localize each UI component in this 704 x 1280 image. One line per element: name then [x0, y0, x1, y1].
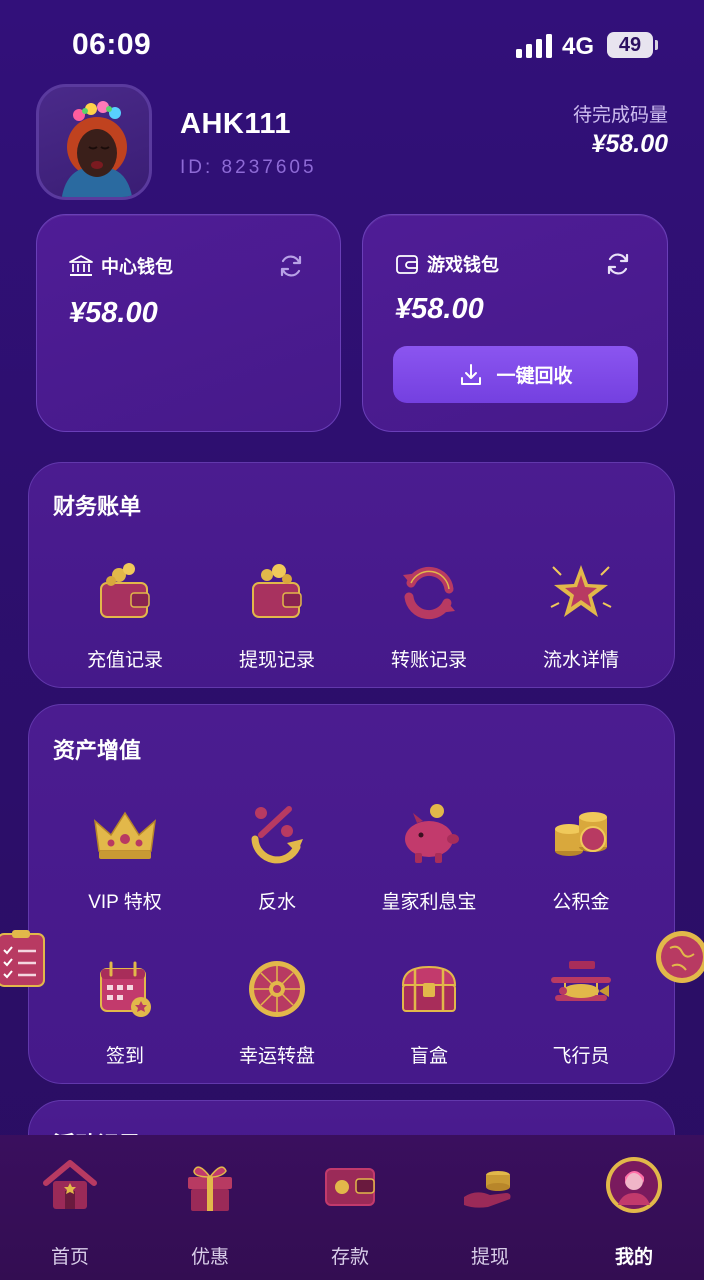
nav-item-withdraw[interactable]: 提现	[420, 1135, 560, 1280]
grid-label: 充值记录	[86, 650, 163, 671]
calendar-icon	[100, 961, 151, 1017]
game-wallet-label: 游戏钱包	[427, 255, 499, 275]
nav-label: 首页	[50, 1247, 89, 1268]
avatar[interactable]	[36, 84, 152, 200]
center-wallet-card: 中心钱包 ¥58.00	[36, 214, 341, 432]
piggy-bank-icon	[405, 804, 459, 863]
battery-icon: 49	[607, 32, 658, 58]
nav-item-promotions[interactable]: 优惠	[140, 1135, 280, 1280]
asset-growth-section: 资产增值 VIP 特权 反水 皇家利息宝 公积金 签到 幸运转盘 盲盒 飞行员	[28, 704, 675, 1084]
recharge-record-item[interactable]: 充值记录	[49, 557, 201, 672]
coin-stack-icon	[555, 812, 607, 856]
recover-button-label: 一键回收	[496, 366, 573, 387]
star-burst-icon	[550, 565, 612, 617]
center-wallet-amount: ¥58.00	[69, 297, 158, 329]
status-time: 06:09	[72, 28, 152, 61]
lucky-wheel-item[interactable]: 幸运转盘	[201, 953, 353, 1068]
crown-icon	[93, 811, 157, 859]
wallet-icon	[396, 255, 418, 274]
globe-icon[interactable]	[652, 926, 704, 988]
refresh-icon[interactable]	[278, 253, 304, 279]
grid-label: 签到	[105, 1046, 144, 1067]
pending-wager-amount: ¥58.00	[591, 130, 668, 158]
bottom-navigation: 首页 优惠 存款 提现 我的	[0, 1135, 704, 1280]
pilot-item[interactable]: 飞行员	[505, 953, 657, 1068]
nav-item-deposit[interactable]: 存款	[280, 1135, 420, 1280]
center-wallet-label: 中心钱包	[101, 257, 173, 277]
grid-label: 转账记录	[390, 650, 467, 671]
gift-icon	[188, 1166, 232, 1211]
asset-section-title: 资产增值	[53, 738, 142, 763]
game-wallet-card: 游戏钱包 ¥58.00 一键回收	[362, 214, 668, 432]
grid-label: VIP 特权	[88, 892, 162, 913]
vip-privilege-item[interactable]: VIP 特权	[49, 799, 201, 914]
biplane-icon	[551, 961, 611, 1001]
wallet-withdraw-icon	[252, 564, 302, 618]
nav-item-mine[interactable]: 我的	[564, 1135, 704, 1280]
pending-wager-label: 待完成码量	[572, 105, 668, 126]
user-id: ID: 8237605	[180, 157, 317, 178]
deposit-wallet-icon	[325, 1168, 375, 1206]
turnover-detail-item[interactable]: 流水详情	[505, 557, 657, 672]
rebate-item[interactable]: 反水	[201, 799, 353, 914]
withdraw-record-item[interactable]: 提现记录	[201, 557, 353, 672]
page: 06:09 4G 49 AHK111 ID: 8237605 待完成码量 ¥58…	[0, 0, 704, 1280]
withdraw-hand-icon	[464, 1171, 511, 1208]
cellular-signal-icon	[516, 34, 552, 58]
profile-avatar-icon	[606, 1157, 662, 1213]
refresh-icon[interactable]	[605, 251, 631, 277]
home-icon	[43, 1160, 97, 1209]
nav-label: 我的	[614, 1247, 653, 1268]
nav-label: 提现	[470, 1247, 509, 1268]
grid-label: 幸运转盘	[238, 1046, 315, 1067]
game-wallet-amount: ¥58.00	[395, 293, 484, 325]
wallet-coins-icon	[100, 563, 150, 618]
treasure-chest-icon	[401, 965, 457, 1012]
finance-section-title: 财务账单	[53, 494, 142, 519]
status-bar: 06:09 4G 49	[0, 0, 704, 90]
nav-item-home[interactable]: 首页	[0, 1135, 140, 1280]
transfer-arrows-icon	[403, 566, 455, 620]
provident-fund-item[interactable]: 公积金	[505, 799, 657, 914]
transfer-record-item[interactable]: 转账记录	[353, 557, 505, 672]
bank-icon	[69, 255, 93, 276]
grid-label: 流水详情	[542, 650, 619, 671]
network-type: 4G	[562, 33, 595, 60]
task-checklist-icon[interactable]	[0, 928, 48, 990]
grid-label: 飞行员	[552, 1046, 610, 1067]
grid-label: 盲盒	[409, 1046, 448, 1067]
download-icon	[461, 363, 482, 385]
royal-interest-item[interactable]: 皇家利息宝	[353, 799, 505, 914]
grid-label: 公积金	[552, 892, 610, 913]
nav-label: 存款	[330, 1247, 369, 1268]
check-in-item[interactable]: 签到	[49, 953, 201, 1068]
lucky-wheel-icon	[249, 961, 305, 1017]
grid-label: 提现记录	[238, 650, 315, 671]
grid-label: 反水	[257, 892, 296, 913]
blind-box-item[interactable]: 盲盒	[353, 953, 505, 1068]
one-click-recover-button[interactable]: 一键回收	[393, 346, 638, 403]
username: AHK111	[180, 108, 292, 140]
percent-rebate-icon	[251, 806, 303, 864]
grid-label: 皇家利息宝	[381, 892, 477, 913]
nav-label: 优惠	[190, 1247, 229, 1268]
finance-section: 财务账单 充值记录 提现记录 转账记录 流水详情	[28, 462, 675, 688]
